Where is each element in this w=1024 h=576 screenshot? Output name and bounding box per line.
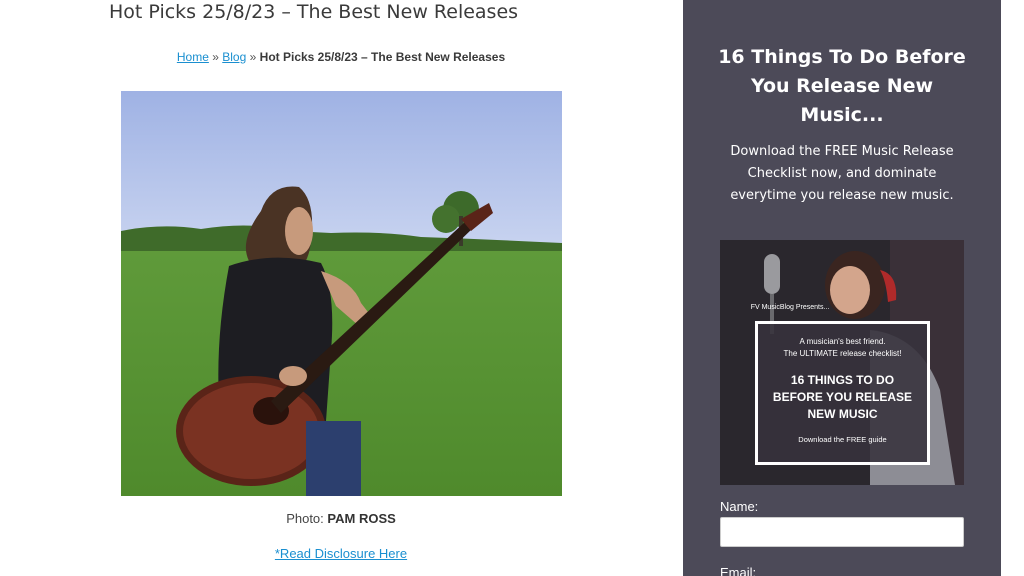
sidebar-title: 16 Things To Do Before You Release New M… [718,46,966,126]
photo-credit: PAM ROSS [327,511,396,526]
page-title: Hot Picks 25/8/23 – The Best New Release… [109,1,519,23]
promo-tagline-2: The ULTIMATE release checklist! [783,349,902,358]
name-label: Name: [720,499,759,514]
promo-image[interactable]: FV MusicBlog Presents... A musician's be… [720,240,964,485]
promo-headline-line-1: 16 THINGS TO DO [790,373,895,387]
breadcrumb-separator: » [212,50,219,64]
promo-card: A musician's best friend. The ULTIMATE r… [755,321,930,465]
promo-cta: Download the FREE guide [798,435,887,444]
breadcrumb-current: Hot Picks 25/8/23 – The Best New Release… [259,50,506,64]
breadcrumb-home-link[interactable]: Home [177,50,209,64]
breadcrumb-blog-link[interactable]: Blog [222,50,246,64]
sidebar-optin: 16 Things To Do Before You Release New M… [683,0,1001,576]
article-photo [121,91,562,496]
sidebar-description: Download the FREE Music Release Checklis… [730,144,954,203]
promo-headline: 16 THINGS TO DO BEFORE YOU RELEASE NEW M… [758,372,927,423]
promo-headline-line-2: BEFORE YOU RELEASE [772,390,913,404]
disclosure: *Read Disclosure Here [120,546,562,561]
photo-caption: Photo: PAM ROSS [120,511,562,526]
promo-tagline-1: A musician's best friend. [799,337,886,346]
promo-presents: FV MusicBlog Presents... [750,304,830,311]
name-input[interactable] [720,517,964,547]
promo-headline-line-3: NEW MUSIC [807,407,878,421]
breadcrumb-separator: » [249,50,257,64]
photo-caption-label: Photo: [286,511,324,526]
disclosure-link[interactable]: *Read Disclosure Here [275,546,407,561]
email-label: Email: [720,565,757,576]
breadcrumb: Home » Blog » Hot Picks 25/8/23 – The Be… [120,50,562,64]
